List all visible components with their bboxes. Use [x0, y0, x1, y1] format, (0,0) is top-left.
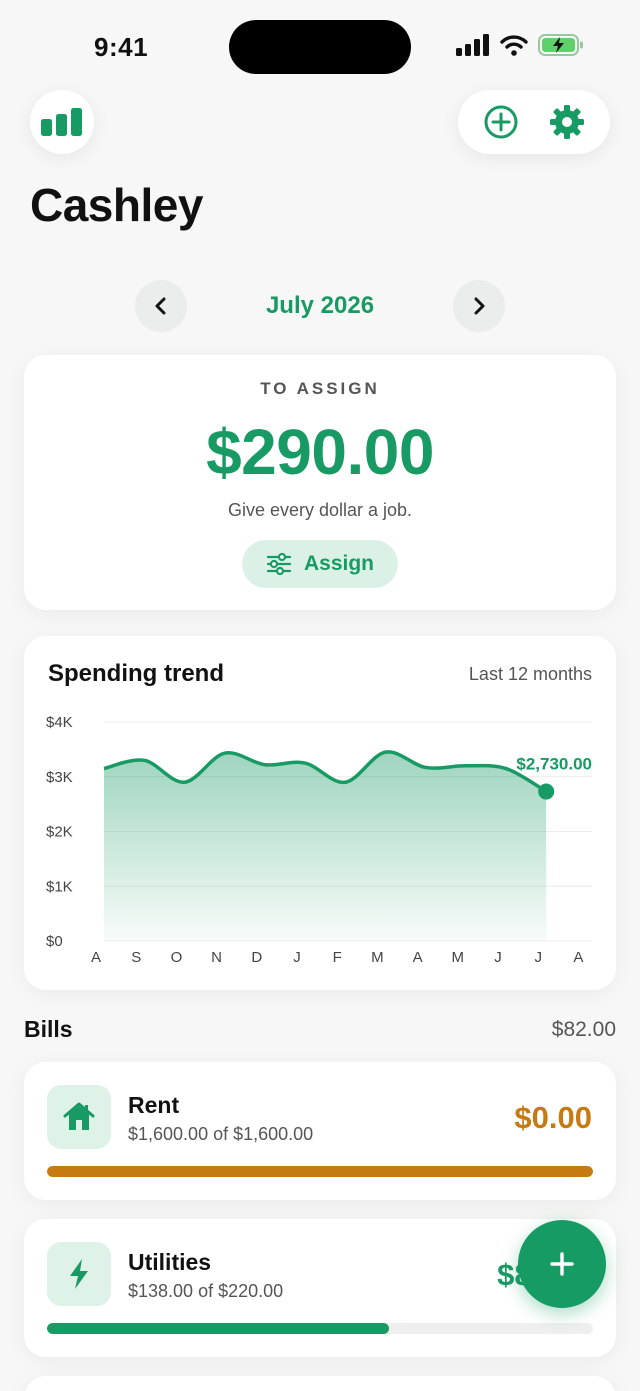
trend-area	[104, 751, 547, 941]
month-navigator: July 2026	[0, 280, 640, 334]
top-actions	[458, 90, 610, 154]
bar-chart-icon	[41, 108, 82, 136]
highlight-point[interactable]	[538, 783, 555, 800]
bill-progress-track	[47, 1166, 593, 1177]
current-month-label[interactable]: July 2026	[0, 292, 640, 320]
bill-progress-track	[47, 1323, 593, 1334]
x-tick-label: F	[333, 949, 342, 966]
spending-trend-chart: $0 $1K $2K $3K $4K A S O N D J F M A M J J A $2,730.00	[46, 714, 592, 966]
bill-name: Rent	[128, 1092, 180, 1118]
bills-total: $82.00	[551, 1018, 616, 1041]
x-tick-label: M	[371, 949, 384, 966]
bill-card-rent[interactable]: Rent $1,600.00 of $1,600.00 $0.00	[24, 1062, 616, 1200]
x-tick-label: A	[413, 949, 423, 966]
status-time: 9:41	[94, 32, 149, 62]
y-tick-label: $0	[46, 933, 63, 950]
bill-progress-fill	[47, 1323, 390, 1334]
battery-icon	[538, 34, 583, 56]
to-assign-amount: $290.00	[206, 416, 434, 488]
add-fab-button[interactable]	[518, 1220, 606, 1308]
x-tick-label: A	[91, 949, 101, 966]
bill-amount: $0.00	[514, 1100, 592, 1135]
chevron-right-icon	[474, 297, 485, 315]
x-tick-label: N	[211, 949, 222, 966]
x-tick-label: A	[573, 949, 583, 966]
assign-button-label: Assign	[303, 552, 374, 575]
x-tick-label: O	[171, 949, 183, 966]
x-tick-label: S	[131, 949, 141, 966]
next-month-button[interactable]	[453, 280, 505, 332]
bill-progress-fill	[47, 1166, 593, 1177]
settings-button[interactable]	[543, 98, 591, 146]
gear-icon	[550, 105, 584, 139]
assign-button[interactable]: Assign	[242, 540, 398, 588]
bill-icon-box	[47, 1085, 111, 1149]
x-tick-label: J	[494, 949, 502, 966]
y-tick-label: $2K	[46, 824, 73, 841]
app-title: Cashley	[30, 179, 203, 231]
dynamic-island	[229, 20, 411, 74]
status-icons	[456, 34, 584, 56]
to-assign-subtitle: Give every dollar a job.	[227, 500, 413, 520]
bills-header: Bills	[24, 1016, 73, 1042]
signal-icon	[456, 34, 489, 56]
x-tick-label: M	[452, 949, 465, 966]
bolt-icon	[70, 1259, 88, 1289]
stats-button[interactable]	[30, 90, 94, 154]
home-icon	[63, 1102, 95, 1130]
wifi-icon	[500, 35, 528, 56]
spending-trend-card: Spending trend Last 12 months $0 $1K $2K $3…	[24, 636, 616, 990]
y-tick-label: $4K	[46, 714, 73, 731]
x-tick-label: J	[534, 949, 542, 966]
plus-circle-icon	[484, 105, 518, 139]
to-assign-card: TO ASSIGN $290.00 Give every dollar a jo…	[24, 355, 616, 610]
to-assign-label: TO ASSIGN	[260, 379, 380, 398]
bill-detail: $1,600.00 of $1,600.00	[128, 1124, 314, 1144]
sliders-icon	[266, 553, 292, 575]
x-tick-label: D	[251, 949, 262, 966]
y-tick-label: $3K	[46, 769, 73, 786]
bill-name: Utilities	[128, 1249, 212, 1275]
highlight-value-label: $2,730.00	[516, 755, 592, 774]
bill-icon-box	[47, 1242, 111, 1306]
x-tick-label: J	[293, 949, 301, 966]
plus-icon	[550, 1252, 574, 1276]
bill-card-next[interactable]	[24, 1376, 616, 1391]
add-button[interactable]	[477, 98, 525, 146]
status-bar: 9:41	[0, 0, 640, 90]
y-tick-label: $1K	[46, 878, 73, 895]
bill-detail: $138.00 of $220.00	[128, 1281, 284, 1301]
